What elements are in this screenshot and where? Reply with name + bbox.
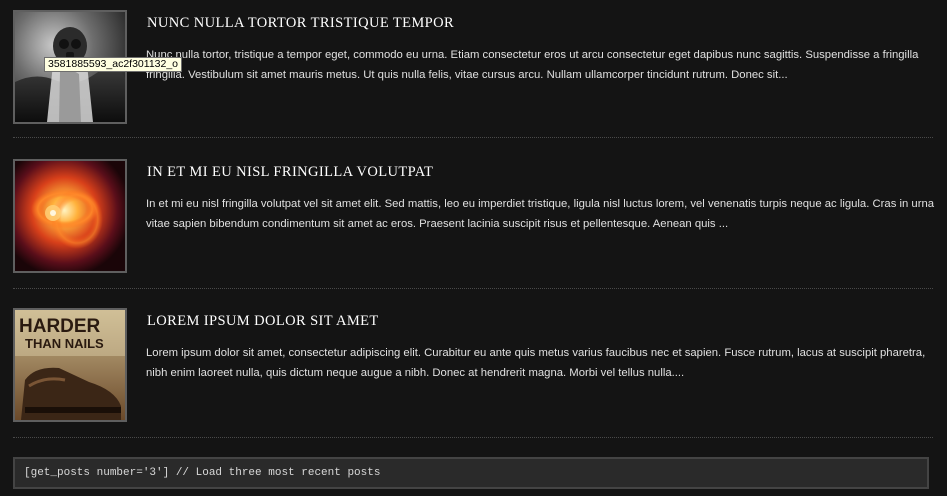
- post-thumbnail[interactable]: HARDER THAN NAILS: [13, 308, 127, 422]
- post-excerpt: Nunc nulla tortor, tristique a tempor eg…: [146, 49, 919, 81]
- post-title[interactable]: In et mi eu nisl fringilla volutpat: [147, 164, 433, 181]
- abstract-fractal-image: [15, 161, 125, 271]
- poster-line-1: HARDER: [19, 316, 101, 337]
- post-item: HARDER THAN NAILS Lorem ipsum dolor sit …: [0, 308, 947, 428]
- post-title[interactable]: Lorem ipsum dolor sit amet: [147, 313, 379, 330]
- shortcode-box: [get_posts number='3'] // Load three mos…: [13, 457, 929, 489]
- post-divider: [13, 288, 933, 289]
- poster-line-2: THAN NAILS: [25, 336, 104, 351]
- thumbnail-tooltip: 3581885593_ac2f301132_o: [44, 57, 183, 72]
- shortcode-text: [get_posts number='3'] // Load three mos…: [24, 467, 381, 479]
- boot-poster-image: HARDER THAN NAILS: [15, 310, 125, 420]
- post-thumbnail[interactable]: [13, 159, 127, 273]
- post-divider: [13, 437, 933, 438]
- post-item: In et mi eu nisl fringilla volutpat In e…: [0, 159, 947, 279]
- post-divider: [13, 137, 933, 138]
- post-excerpt: In et mi eu nisl fringilla volutpat vel …: [146, 198, 935, 230]
- post-excerpt: Lorem ipsum dolor sit amet, consectetur …: [146, 347, 926, 379]
- post-title[interactable]: Nunc nulla tortor tristique tempor: [147, 15, 454, 32]
